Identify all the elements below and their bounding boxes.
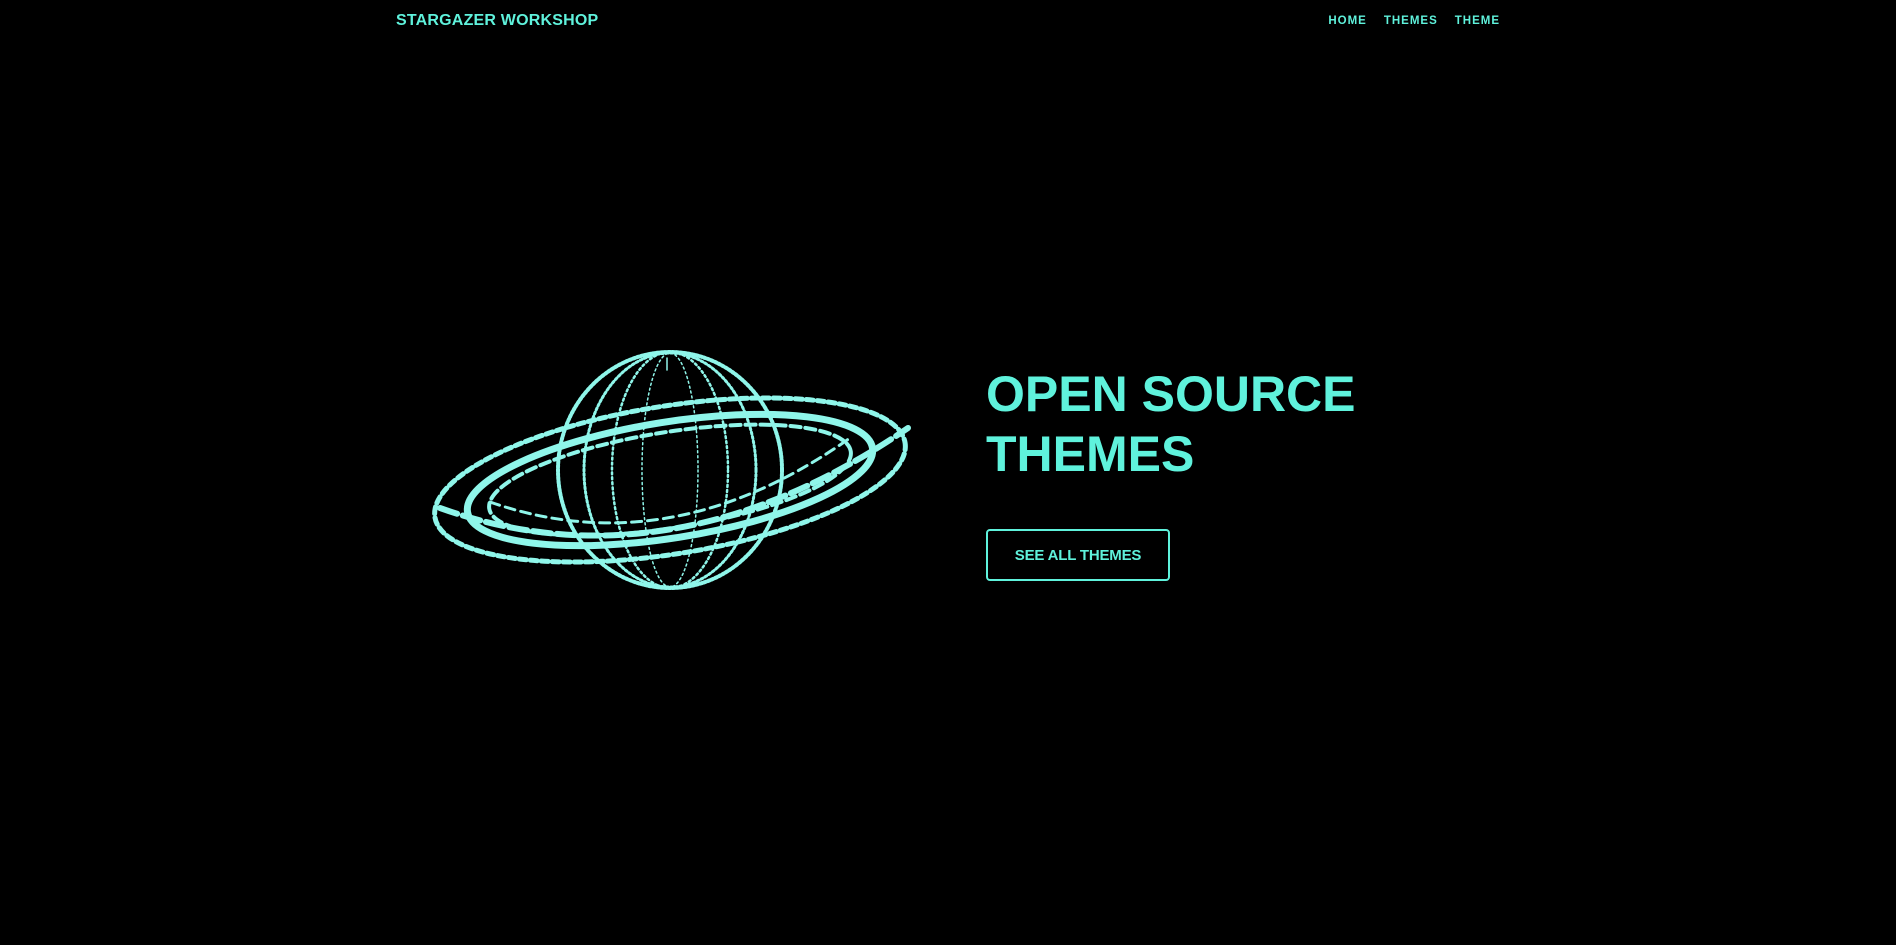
brand-logo-link[interactable]: STARGAZER WORKSHOP (396, 12, 598, 30)
nav-link-home[interactable]: HOME (1328, 15, 1367, 27)
page: STARGAZER WORKSHOP HOME THEMES THEME OPE… (0, 0, 1896, 945)
see-all-themes-button[interactable]: SEE ALL THEMES (986, 529, 1170, 581)
planet-sphere-outline (556, 350, 784, 590)
wireframe-planet-icon (432, 350, 911, 590)
planet-meridian-1 (582, 351, 758, 589)
hero-title: OPEN SOURCE THEMES (986, 364, 1406, 484)
planet-meridian-2 (610, 350, 730, 590)
planet-meridian-3 (641, 352, 699, 588)
hero-title-line-1: OPEN SOURCE (986, 366, 1356, 422)
nav-link-themes[interactable]: THEMES (1384, 15, 1438, 27)
nav-link-theme[interactable]: THEME (1455, 15, 1500, 27)
main-nav: HOME THEMES THEME (1310, 15, 1500, 27)
hero-title-line-2: THEMES (986, 426, 1195, 482)
site-header: STARGAZER WORKSHOP HOME THEMES THEME (0, 0, 1896, 46)
planet-ring-outer (432, 395, 908, 565)
